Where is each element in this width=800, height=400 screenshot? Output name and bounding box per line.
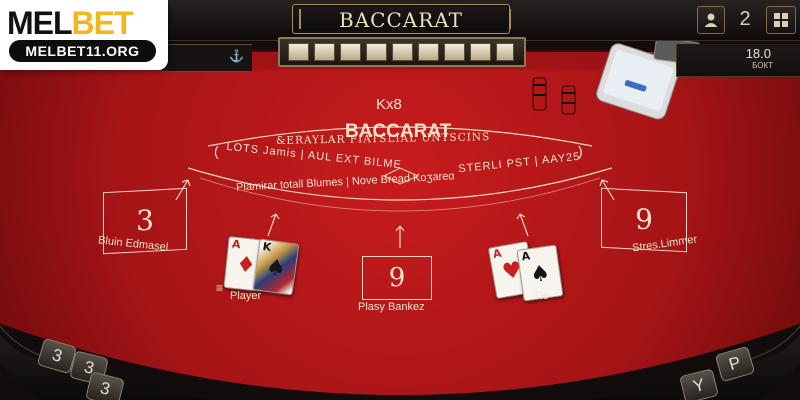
- brand-domain: MELBET11.ORG: [9, 40, 156, 62]
- player-card-suit: ♠: [264, 254, 288, 283]
- brand-logo: MELBET MELBET11.ORG: [0, 0, 168, 70]
- game-title: BACCARAT: [339, 8, 463, 32]
- pin-icon: ⚓: [229, 49, 244, 63]
- game-screen: BACCARAT 2 ⚓ 18.0 БОКТ Kx8 BACCARAT &ERA…: [0, 0, 800, 400]
- info-bar: ⚓: [162, 44, 252, 72]
- bet-box-center[interactable]: 9: [362, 256, 432, 300]
- tie-card-rank: A: [520, 249, 531, 264]
- user-icon: [704, 13, 718, 27]
- grid-icon: [774, 13, 788, 27]
- tie-label: Tie: [534, 290, 549, 302]
- limit-panel: 18.0 БОКТ: [676, 44, 800, 77]
- rules-bracket-left: (: [214, 143, 219, 159]
- table-code: Kx8: [376, 96, 402, 113]
- player-marker: ≡: [216, 281, 224, 295]
- bet-label-center: Plasy Bankez: [358, 301, 425, 313]
- player-card-rank: K: [261, 240, 273, 255]
- tie-card-suit: ♠: [528, 260, 552, 289]
- account-button[interactable]: [697, 6, 725, 34]
- title-frame: BACCARAT: [292, 4, 511, 34]
- player-label: Player: [230, 290, 262, 302]
- tie-card-rank: A: [491, 246, 503, 261]
- player-count: 2: [739, 8, 751, 30]
- dealer-chip-tray: [278, 37, 526, 67]
- brand-wordmark: MELBET: [7, 5, 134, 41]
- player-card-rank: A: [231, 237, 242, 252]
- player-card-2: K ♠: [252, 238, 300, 296]
- lobby-button[interactable]: [766, 6, 796, 34]
- limit-value: 18.0: [745, 46, 771, 61]
- limit-label: БОКТ: [752, 61, 773, 70]
